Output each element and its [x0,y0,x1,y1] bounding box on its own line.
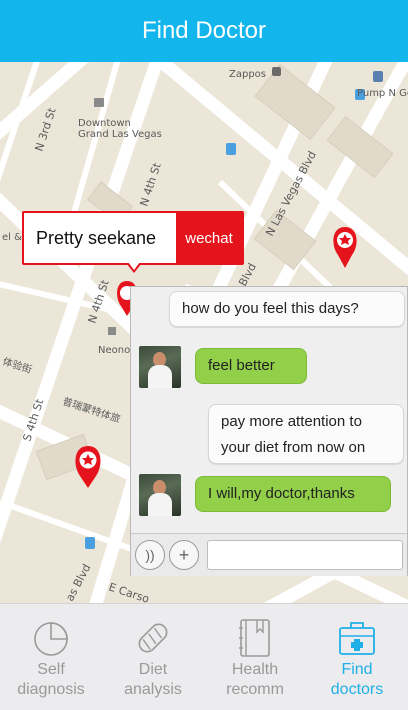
chat-message-incoming: I will,my doctor,thanks [195,476,391,512]
doctor-name: Pretty seekane [36,227,157,248]
poi-label: Grand Las Vegas [78,129,162,140]
poi-label: Downtown [78,118,131,129]
tab-health-recomm[interactable]: Health recomm [204,604,306,710]
message-input[interactable] [207,540,403,570]
chat-panel: how do you feel this days? feel better p… [130,286,408,576]
app-header: Find Doctor [0,0,408,62]
tab-label: Health [231,661,279,678]
tab-label: diagnosis [17,681,85,698]
tab-label: doctors [330,681,384,698]
message-text: how do you feel this days? [182,300,359,317]
avatar [139,474,181,516]
message-text: I will,my doctor,thanks [208,485,355,502]
chat-message-outgoing: how do you feel this days? [169,291,405,327]
tab-find-doctors[interactable]: Find doctors [306,604,408,710]
avatar [139,346,181,388]
plus-icon: + [178,544,190,565]
tab-self-diagnosis[interactable]: Self diagnosis [0,604,102,710]
tab-label: Diet [138,661,168,678]
add-button[interactable]: + [169,540,199,570]
poi-label: Zappos [229,69,266,80]
chat-message-outgoing: pay more attention to your diet from now… [208,404,404,464]
medical-kit-icon [335,616,379,660]
page-title: Find Doctor [141,17,267,44]
popup-tail-inner [128,262,140,270]
poi-label: Neono [98,345,130,356]
message-text: feel better [208,357,275,374]
tab-label: recomm [226,681,284,698]
book-icon [233,616,277,660]
tab-label: analysis [124,681,182,698]
wechat-button[interactable]: wechat [176,213,242,263]
doctor-popup[interactable]: Pretty seekane wechat [22,211,244,265]
bread-icon [131,616,175,660]
voice-button[interactable]: )) [135,540,165,570]
tab-diet-analysis[interactable]: Diet analysis [102,604,204,710]
bottom-tab-bar: Self diagnosis Diet analysis Health reco… [0,603,408,710]
voice-icon: )) [145,547,155,563]
tab-label: Find [341,661,373,678]
chat-message-incoming: feel better [195,348,307,384]
poi-label: el & [2,232,22,243]
pie-chart-icon [29,616,73,660]
poi-label: Pump N Go [357,88,408,99]
tab-label: Self [37,661,65,678]
message-text-line: pay more attention to [221,413,362,430]
message-text-line: your diet from now on [221,439,366,456]
chat-input-bar: )) + [131,533,407,576]
